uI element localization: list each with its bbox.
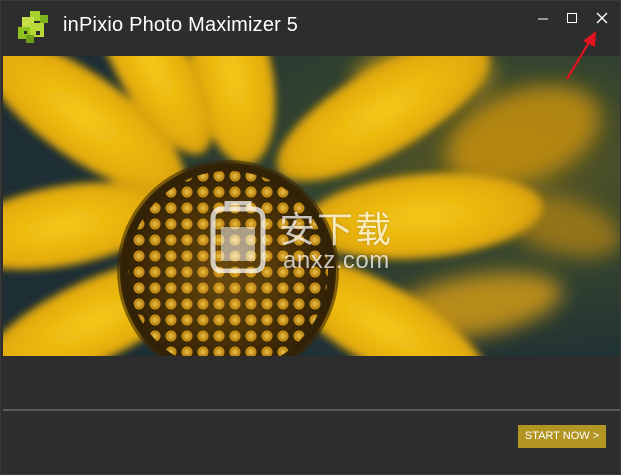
app-logo-icon	[18, 11, 48, 43]
watermark-shield-icon	[210, 201, 266, 273]
title-bar[interactable]: inPixio Photo Maximizer 5	[1, 1, 620, 55]
minimize-icon	[538, 18, 548, 20]
footer-divider	[3, 409, 620, 411]
watermark-url: anxz.com	[283, 247, 390, 274]
watermark-text: 安下载	[279, 210, 394, 251]
maximize-button[interactable]	[557, 7, 587, 29]
close-icon	[596, 12, 608, 24]
watermark: 安下载 anxz.com	[201, 197, 421, 279]
minimize-button[interactable]	[528, 7, 558, 29]
annotation-arrow-icon	[566, 31, 596, 80]
window-title: inPixio Photo Maximizer 5	[63, 14, 299, 36]
app-window: inPixio Photo Maximizer 5 安下载 anxz.com S…	[0, 0, 621, 475]
start-now-button[interactable]: START NOW >	[518, 425, 606, 448]
maximize-icon	[567, 13, 577, 23]
close-button[interactable]	[587, 7, 617, 29]
